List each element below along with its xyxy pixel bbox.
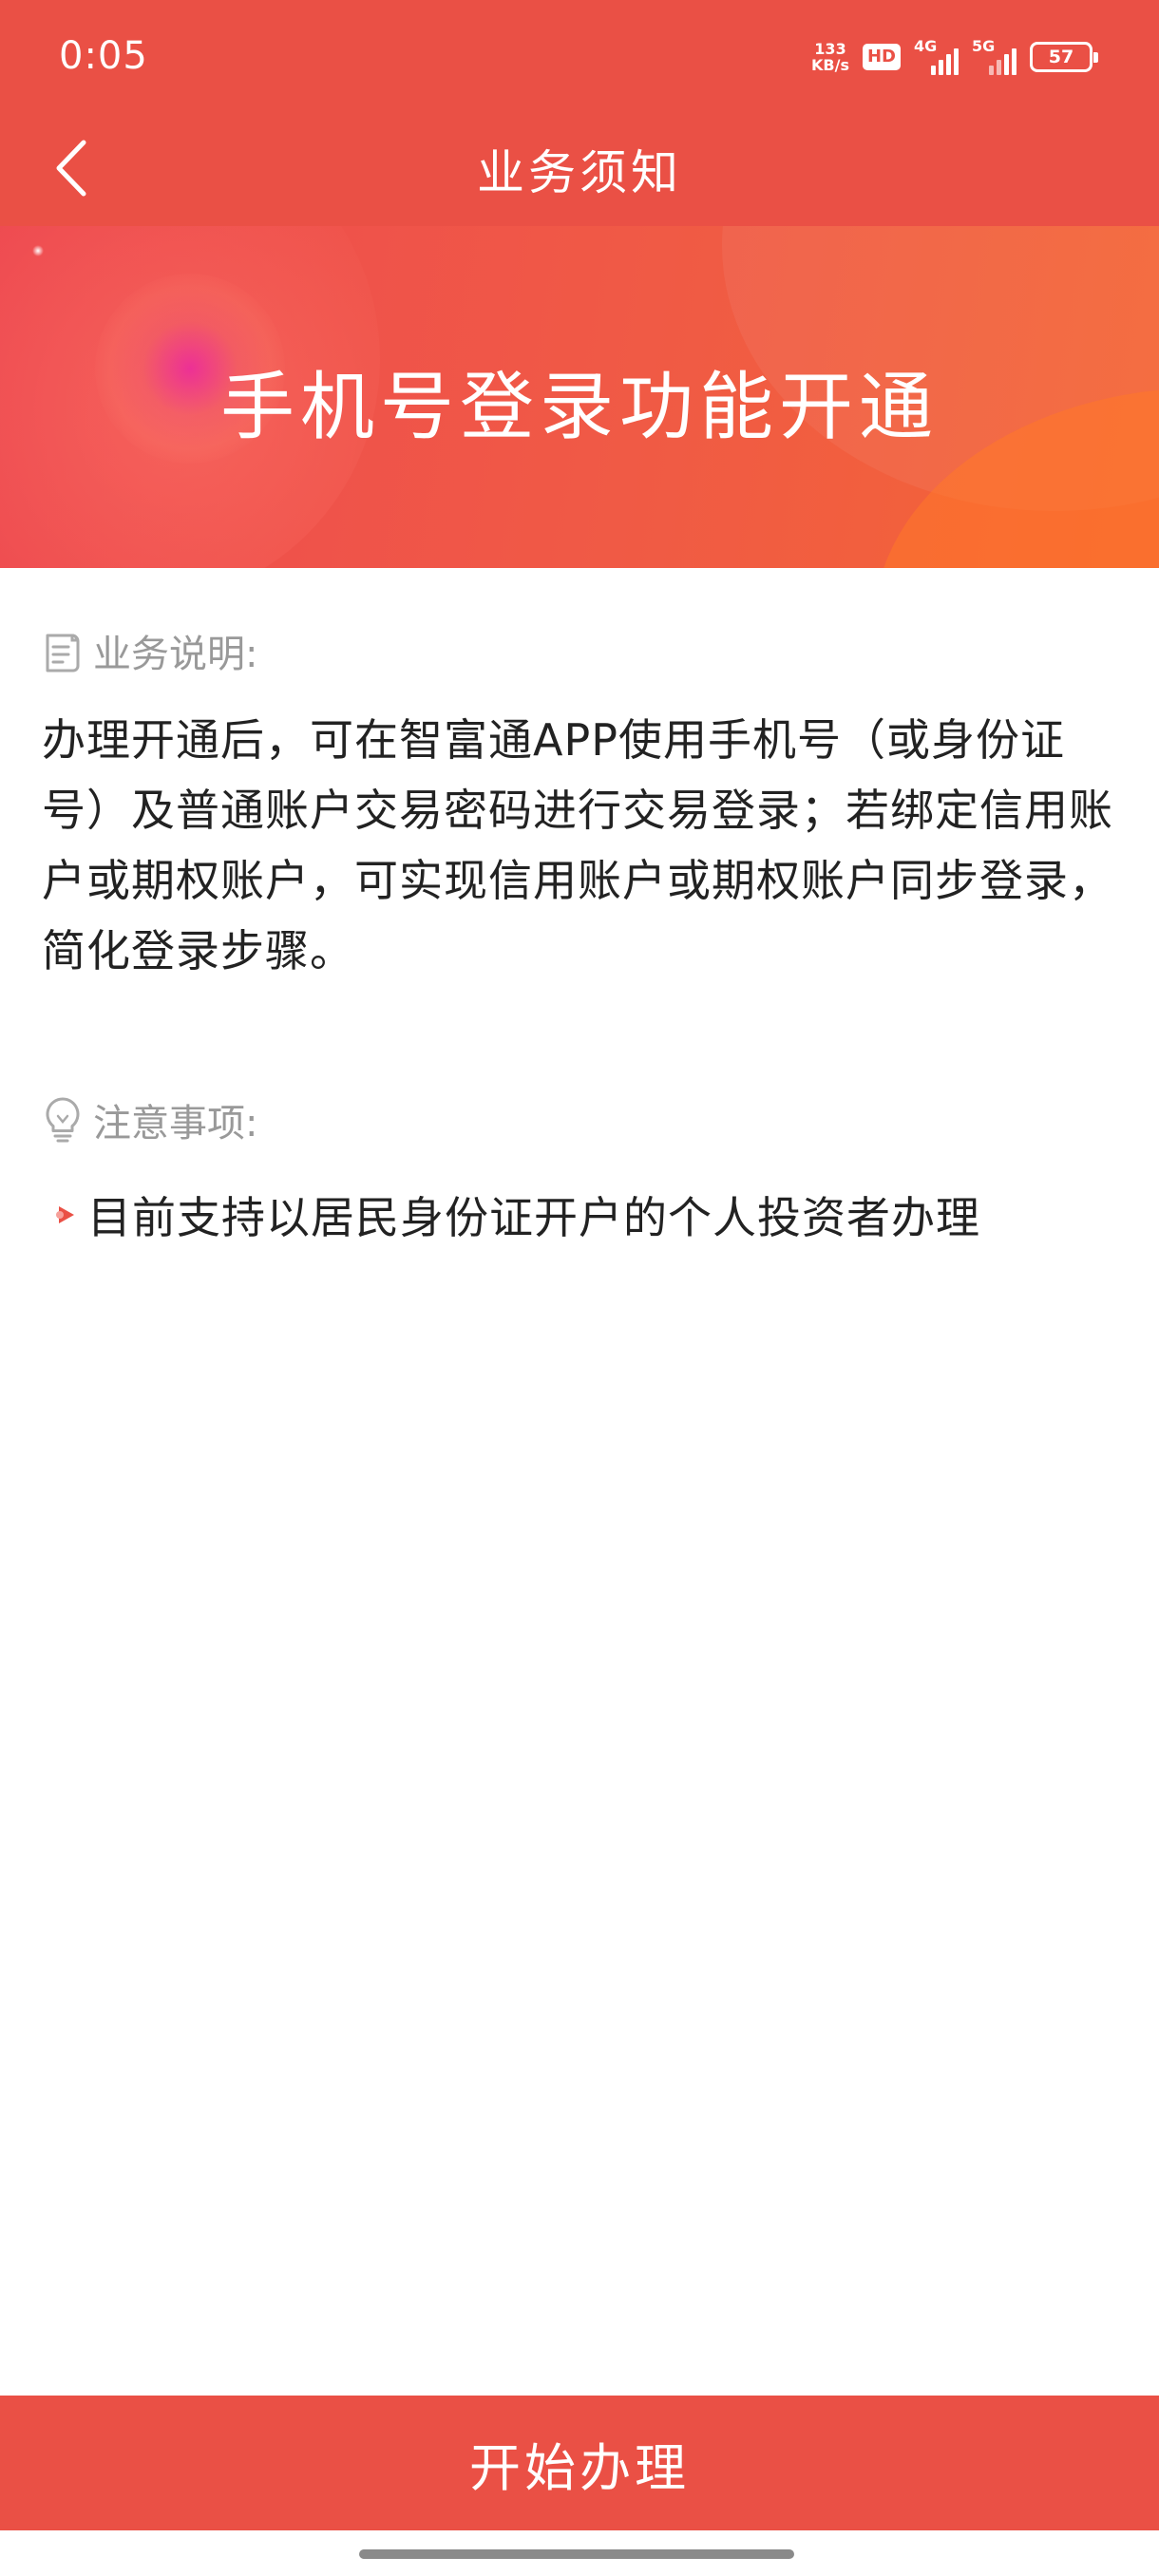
- network-speed-value: 133: [814, 40, 846, 58]
- notice-header-label: 注意事项:: [93, 1102, 258, 1146]
- home-indicator[interactable]: [359, 2549, 794, 2559]
- notice-item-text: 目前支持以居民身份证开户的个人投资者办理: [87, 1192, 980, 1243]
- status-bar: 0:05 133 KB/s HD 4G 5G 57: [0, 0, 1159, 114]
- notice-header: 注意事项:: [42, 1092, 257, 1147]
- signal-4g-icon: 4G: [914, 37, 959, 75]
- battery-icon: 57: [1030, 42, 1098, 72]
- battery-level: 57: [1048, 47, 1074, 67]
- signal-5g-icon: 5G: [972, 37, 1016, 75]
- network-speed-unit: KB/s: [811, 56, 849, 74]
- status-icons: 133 KB/s HD 4G 5G 57: [811, 36, 1098, 78]
- banner-title: 手机号登录功能开通: [219, 365, 939, 450]
- network-4g-label: 4G: [914, 37, 938, 55]
- hero-banner: 手机号登录功能开通: [0, 226, 1159, 568]
- description-text: 办理开通后，可在智富通APP使用手机号（或身份证号）及普通账户交易密码进行交易登…: [42, 714, 1113, 976]
- lightbulb-icon: [46, 1097, 80, 1143]
- status-time: 0:05: [59, 34, 148, 78]
- nav-bar: 业务须知: [0, 114, 1159, 226]
- description-header: 业务说明:: [42, 623, 257, 678]
- hd-voice-badge: HD: [862, 44, 901, 70]
- start-button[interactable]: 开始办理: [0, 2396, 1159, 2530]
- description-header-label: 业务说明:: [93, 633, 258, 676]
- network-speed: 133 KB/s: [811, 41, 849, 73]
- network-5g-label: 5G: [972, 37, 996, 55]
- top-bar: 0:05 133 KB/s HD 4G 5G 57 业务须知: [0, 0, 1159, 226]
- page-title: 业务须知: [477, 145, 682, 200]
- document-icon: [46, 634, 80, 672]
- list-item: 目前支持以居民身份证开户的个人投资者办理: [51, 1184, 980, 1246]
- bullet-arrow-icon: [56, 1206, 74, 1223]
